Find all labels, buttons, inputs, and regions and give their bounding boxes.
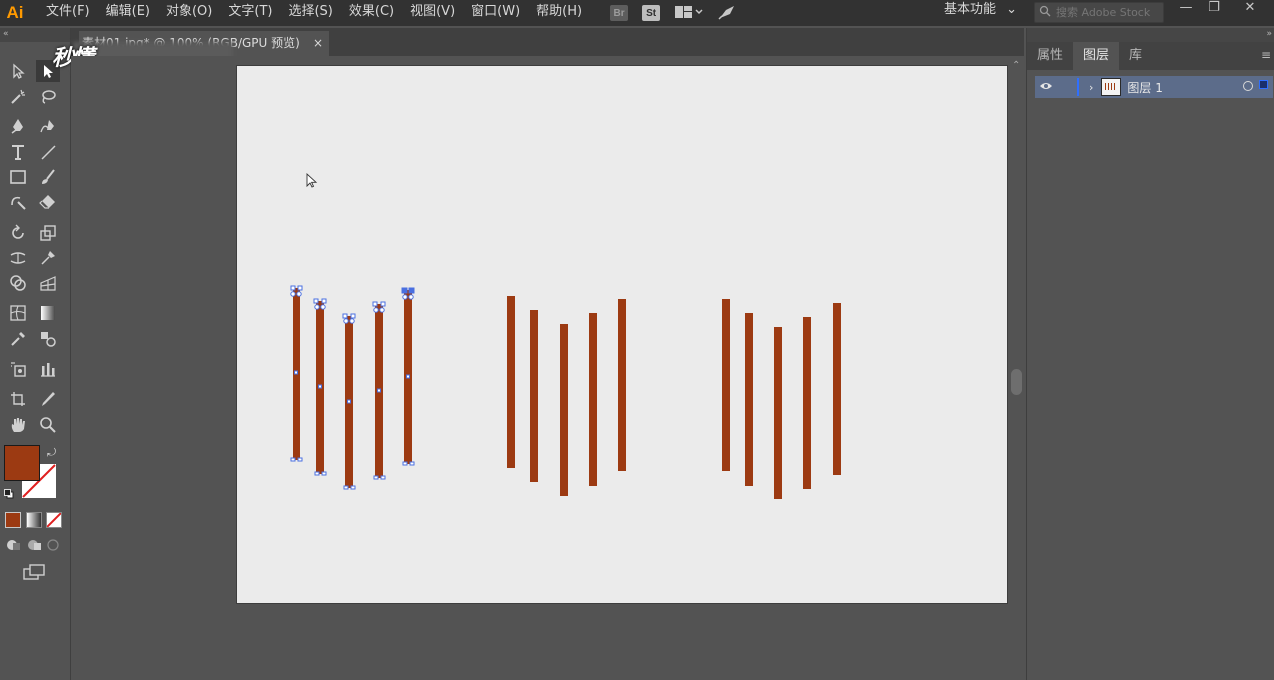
bar[interactable]: [803, 317, 811, 489]
panel-tabs: 属性 图层 库: [1027, 42, 1274, 70]
layer-name[interactable]: 图层 1: [1127, 79, 1162, 96]
layer-color-marker: [1077, 78, 1079, 96]
visibility-eye-icon[interactable]: [1035, 81, 1057, 94]
vertical-scrollbar[interactable]: ⌃: [1008, 56, 1025, 680]
bar[interactable]: [507, 296, 515, 468]
bar[interactable]: [774, 327, 782, 499]
panel-collapse-icon[interactable]: »: [1027, 28, 1274, 42]
tab-properties[interactable]: 属性: [1027, 42, 1073, 70]
bar[interactable]: [722, 299, 730, 471]
right-panel: » 属性 图层 库 ≡ › 图层 1: [1026, 28, 1274, 680]
tab-layers[interactable]: 图层: [1073, 42, 1120, 70]
bar-group-2[interactable]: [507, 296, 626, 496]
scroll-up-icon[interactable]: ⌃: [1012, 60, 1020, 71]
bar[interactable]: [833, 303, 841, 475]
layer-row[interactable]: › 图层 1: [1035, 76, 1273, 98]
bar[interactable]: [745, 313, 753, 486]
layer-selection-indicator[interactable]: [1259, 80, 1268, 89]
panel-menu-icon[interactable]: ≡: [1261, 48, 1271, 62]
scrollbar-thumb[interactable]: [1011, 369, 1022, 395]
bar[interactable]: [589, 313, 597, 486]
tab-libraries[interactable]: 库: [1119, 42, 1152, 70]
bar[interactable]: [530, 310, 538, 482]
bar[interactable]: [618, 299, 626, 471]
expand-chevron-icon[interactable]: ›: [1089, 81, 1093, 94]
mouse-cursor-icon: [306, 172, 318, 188]
bar-group-3[interactable]: [722, 299, 841, 499]
layer-target-icon[interactable]: [1243, 81, 1253, 91]
bar[interactable]: [560, 324, 568, 496]
layer-thumbnail: [1101, 78, 1122, 96]
